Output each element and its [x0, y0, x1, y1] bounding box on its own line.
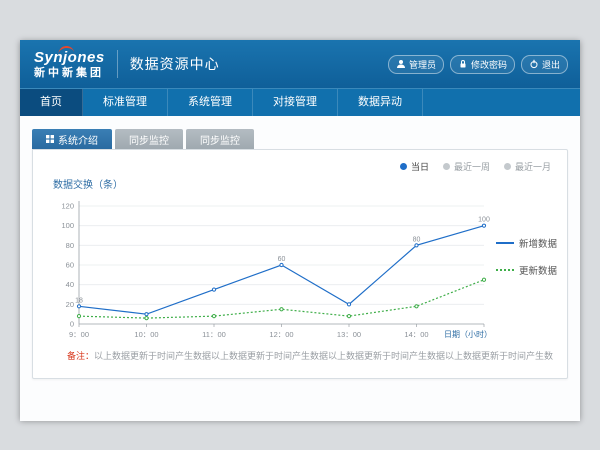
series-updated-data[interactable]: 更新数据 — [496, 263, 557, 277]
nav-item-standard-mgmt[interactable]: 标准管理 — [83, 89, 168, 116]
header-divider — [117, 50, 118, 78]
svg-text:13：00: 13：00 — [337, 330, 361, 339]
svg-text:12：00: 12：00 — [269, 330, 293, 339]
filter-label: 最近一周 — [454, 160, 490, 173]
brand-logo: Synjones 新中新集团 — [34, 50, 105, 79]
logout-button[interactable]: 退出 — [521, 55, 568, 74]
time-filter-legend: 当日 最近一周 最近一月 — [400, 160, 551, 173]
svg-text:0: 0 — [70, 320, 74, 329]
tab-label: 系统介绍 — [58, 132, 98, 147]
series-legend: 新增数据 更新数据 — [496, 236, 557, 277]
logout-label: 退出 — [542, 58, 560, 71]
svg-text:40: 40 — [66, 280, 74, 289]
line-chart: 0 20 40 60 80 100 120 9：00 10：00 11：00 12：00 13：00 1… — [49, 194, 494, 346]
tab-sync-monitor-2[interactable]: 同步监控 — [186, 129, 254, 149]
nav-item-system-mgmt[interactable]: 系统管理 — [168, 89, 253, 116]
logo-swoosh-icon — [58, 45, 75, 55]
svg-text:60: 60 — [66, 261, 74, 270]
chart-panel: 当日 最近一周 最近一月 数据交换（条） 0 20 40 60 80 100 120 9：00… — [32, 149, 568, 379]
tab-label: 同步监控 — [129, 132, 169, 147]
tab-sync-monitor-1[interactable]: 同步监控 — [115, 129, 183, 149]
admin-label: 管理员 — [409, 58, 436, 71]
svg-text:20: 20 — [66, 300, 74, 309]
svg-text:18: 18 — [75, 297, 83, 304]
lock-icon — [458, 59, 468, 69]
line-sample — [496, 269, 514, 271]
series-new-data[interactable]: 新增数据 — [496, 236, 557, 250]
nav-item-interface-mgmt[interactable]: 对接管理 — [253, 89, 338, 116]
svg-text:14：00: 14：00 — [404, 330, 428, 339]
svg-text:9：00: 9：00 — [69, 330, 89, 339]
tab-system-intro[interactable]: 系统介绍 — [32, 129, 112, 149]
user-icon — [396, 59, 406, 69]
legend-dot — [504, 163, 511, 170]
logo-text-cn: 新中新集团 — [34, 68, 105, 79]
svg-text:80: 80 — [66, 241, 74, 250]
footnote: 备注：以上数据更新于时间产生数据以上数据更新于时间产生数据以上数据更新于时间产生… — [67, 349, 553, 362]
footnote-label: 备注： — [67, 351, 94, 361]
main-content: 系统介绍 同步监控 同步监控 当日 最近一周 — [20, 116, 580, 421]
line-sample — [496, 242, 514, 244]
legend-dot — [400, 163, 407, 170]
filter-today[interactable]: 当日 — [400, 160, 429, 173]
legend-dot — [443, 163, 450, 170]
tab-bar: 系统介绍 同步监控 同步监控 — [20, 116, 580, 149]
nav-item-data-change[interactable]: 数据异动 — [338, 89, 423, 116]
svg-text:日期（小时）: 日期（小时） — [444, 329, 492, 339]
app-header: Synjones 新中新集团 数据资源中心 管理员 修改密码 退出 — [20, 40, 580, 88]
filter-last-week[interactable]: 最近一周 — [443, 160, 490, 173]
app-window: Synjones 新中新集团 数据资源中心 管理员 修改密码 退出 首页 标准管… — [20, 40, 580, 420]
header-actions: 管理员 修改密码 退出 — [388, 55, 568, 74]
filter-label: 当日 — [411, 160, 429, 173]
y-axis-title: 数据交换（条） — [53, 176, 123, 191]
admin-button[interactable]: 管理员 — [388, 55, 444, 74]
svg-text:120: 120 — [61, 202, 74, 211]
page-title: 数据资源中心 — [130, 54, 220, 74]
change-password-button[interactable]: 修改密码 — [450, 55, 515, 74]
grid-icon — [46, 135, 54, 143]
main-nav: 首页 标准管理 系统管理 对接管理 数据异动 — [20, 88, 580, 116]
svg-text:100: 100 — [61, 221, 74, 230]
change-password-label: 修改密码 — [471, 58, 507, 71]
filter-label: 最近一月 — [515, 160, 551, 173]
svg-text:10：00: 10：00 — [134, 330, 158, 339]
svg-text:11：00: 11：00 — [202, 330, 226, 339]
filter-last-month[interactable]: 最近一月 — [504, 160, 551, 173]
svg-text:60: 60 — [278, 256, 286, 263]
svg-text:80: 80 — [413, 236, 421, 243]
tab-label: 同步监控 — [200, 132, 240, 147]
svg-text:100: 100 — [478, 217, 490, 224]
series-label: 新增数据 — [519, 236, 557, 250]
series-label: 更新数据 — [519, 263, 557, 277]
nav-item-home[interactable]: 首页 — [20, 89, 83, 116]
logout-icon — [529, 59, 539, 69]
footnote-text: 以上数据更新于时间产生数据以上数据更新于时间产生数据以上数据更新于时间产生数据以… — [94, 351, 553, 361]
